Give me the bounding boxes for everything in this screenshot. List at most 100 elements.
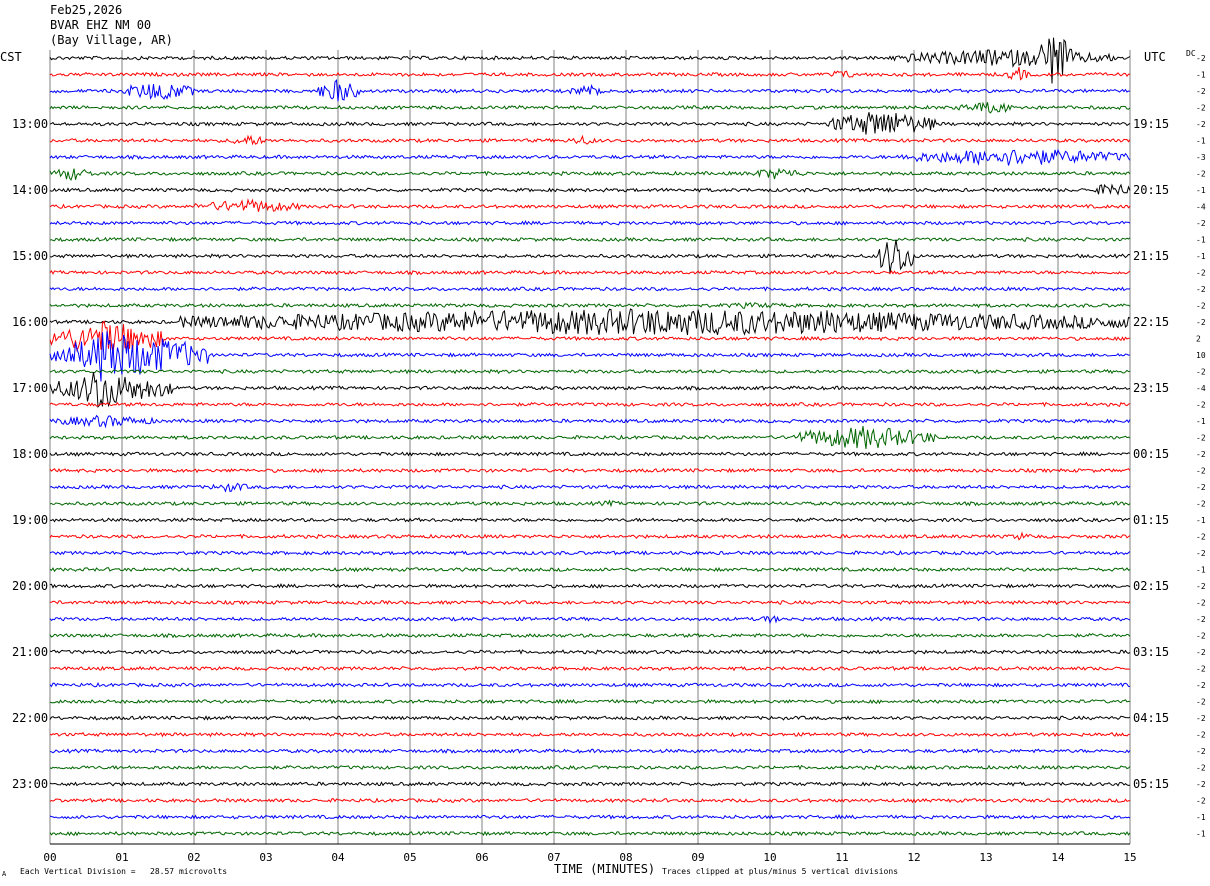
right-time-label: 00:15 [1133,447,1169,461]
dc-offset-label: -2 [1196,87,1206,96]
seismic-trace [49,698,1131,705]
seismic-trace [49,682,1131,688]
seismic-trace [49,112,1131,135]
seismic-trace [49,414,1131,429]
seismic-trace [49,451,1131,457]
left-time-label: 18:00 [12,447,48,461]
dc-offset-label: -3 [1196,153,1206,162]
seismic-trace [49,368,1131,375]
seismic-trace [49,517,1131,523]
dc-offset-label: -2 [1196,368,1206,377]
right-time-label: 20:15 [1133,183,1169,197]
vertical-division-note: Each Vertical Division = 28.57 microvolt… [20,867,228,876]
dc-offset-label: -2 [1196,401,1206,410]
dc-offset-label: -1 [1196,236,1206,245]
right-time-label: 04:15 [1133,711,1169,725]
dc-offset-label: -2 [1196,780,1206,789]
left-time-label: 20:00 [12,579,48,593]
left-time-label: 21:00 [12,645,48,659]
seismic-trace [49,814,1131,820]
dc-offset-label: -2 [1196,681,1206,690]
dc-offset-label: -2 [1196,285,1206,294]
x-tick-label: 14 [1051,851,1065,864]
seismic-trace [49,499,1131,508]
seismic-trace [49,781,1131,787]
seismic-trace [49,764,1131,771]
seismic-trace [49,286,1131,292]
dc-offset-label: -2 [1196,599,1206,608]
seismic-trace [49,320,1130,353]
dc-offset-label: -2 [1196,170,1206,179]
seismic-trace [49,748,1131,754]
seismic-trace [49,632,1131,639]
seismic-trace [49,550,1131,556]
corner-mark: A [2,870,7,878]
dc-offset-label: -1 [1196,516,1206,525]
left-time-label: 17:00 [12,381,48,395]
seismic-trace [50,599,1131,606]
seismic-trace [49,331,1131,382]
x-tick-label: 05 [403,851,416,864]
x-axis-title: TIME (MINUTES) [554,862,656,876]
seismic-trace [49,198,1131,212]
seismic-trace [49,66,1131,81]
x-tick-label: 01 [115,851,128,864]
dc-offset-label: -2 [1196,665,1206,674]
seismic-trace [49,401,1131,408]
dc-offset-label: -2 [1196,615,1206,624]
dc-offset-label: -1 [1196,71,1206,80]
seismic-trace [49,301,1131,309]
dc-offset-label: -2 [1196,467,1206,476]
seismic-trace [49,731,1131,738]
dc-offset-label: -1 [1196,252,1206,261]
seismic-trace [49,269,1131,276]
right-time-label: 01:15 [1133,513,1169,527]
left-time-label: 19:00 [12,513,48,527]
seismic-trace [49,531,1131,541]
seismic-trace [49,665,1131,672]
dc-offset-label: -4 [1196,203,1206,212]
dc-offset-label: -1 [1196,186,1206,195]
x-tick-label: 11 [835,851,848,864]
seismic-trace [49,583,1131,589]
seismic-trace [49,79,1131,102]
seismic-trace [49,797,1131,804]
seismic-trace [49,134,1131,146]
dc-offset-label: -1 [1196,137,1206,146]
x-tick-label: 03 [259,851,272,864]
x-tick-label: 02 [187,851,200,864]
dc-offset-label: -1 [1196,417,1206,426]
seismic-trace [49,426,1131,449]
dc-offset-label: -2 [1196,500,1206,509]
x-tick-label: 12 [907,851,920,864]
dc-offset-label: -2 [1196,797,1206,806]
dc-offset-label: 2 [1196,335,1201,344]
seismic-trace [49,372,1131,408]
dc-offset-label: -2 [1196,747,1206,756]
dc-offset-label: -2 [1196,648,1206,657]
x-tick-label: 15 [1123,851,1136,864]
clip-note: Traces clipped at plus/minus 5 vertical … [662,867,899,876]
seismic-trace [49,236,1131,243]
dc-offset-label: -2 [1196,582,1206,591]
seismic-trace [49,830,1131,837]
right-time-label: 23:15 [1133,381,1169,395]
dc-offset-label: -2 [1196,219,1206,228]
dc-offset-label: -1 [1196,566,1206,575]
seismic-trace [49,467,1131,474]
left-time-label: 15:00 [12,249,48,263]
dc-offset-label: -2 [1196,269,1206,278]
right-time-label: 02:15 [1133,579,1169,593]
dc-offset-label: -2 [1196,698,1206,707]
seismic-trace [49,239,1131,274]
x-tick-label: 10 [763,851,776,864]
seismic-trace [49,715,1131,721]
seismic-trace [49,167,1131,181]
dc-offset-label: -2 [1196,714,1206,723]
left-time-label: 14:00 [12,183,48,197]
left-time-label: 22:00 [12,711,48,725]
right-time-label: 22:15 [1133,315,1169,329]
dc-offset-label: -2 [1196,549,1206,558]
right-time-label: 03:15 [1133,645,1169,659]
right-time-label: 05:15 [1133,777,1169,791]
